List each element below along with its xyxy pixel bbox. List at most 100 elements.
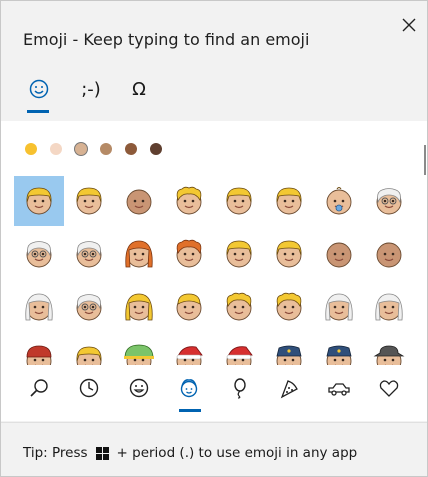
clock-icon — [79, 378, 99, 398]
woman-blond-icon — [125, 293, 153, 321]
active-tab-indicator — [27, 110, 49, 113]
woman-red-hair-icon — [125, 240, 153, 268]
older-woman-white-icon — [375, 293, 403, 321]
tip-bar: Tip: Press + period (.) to use emoji in … — [1, 422, 427, 476]
category-recent[interactable] — [71, 373, 107, 403]
emoji-older-man[interactable] — [64, 282, 114, 332]
close-icon — [402, 18, 416, 32]
emoji-person-blond[interactable] — [264, 176, 314, 226]
older-person-icon — [376, 188, 402, 215]
older-man-icon — [76, 241, 102, 268]
category-food[interactable] — [271, 373, 307, 403]
man-curly-icon — [276, 292, 302, 321]
close-button[interactable] — [393, 9, 425, 41]
skin-tone-swatch[interactable] — [100, 143, 112, 155]
emoji-older-woman-white[interactable] — [364, 282, 414, 332]
person-blond-icon — [76, 187, 102, 215]
baby-icon — [326, 187, 352, 215]
active-category-indicator — [179, 409, 201, 412]
category-people[interactable] — [171, 373, 207, 403]
tab-symbols[interactable]: Ω — [123, 67, 155, 111]
emoji-police-officer[interactable] — [314, 335, 364, 365]
category-search[interactable] — [21, 373, 57, 403]
category-symbols[interactable] — [371, 373, 407, 403]
emoji-grid — [1, 121, 427, 365]
police-officer-icon — [326, 345, 352, 365]
person-blond-icon — [226, 240, 252, 268]
person-cap-icon — [26, 345, 52, 365]
emoji-detective[interactable] — [364, 335, 414, 365]
person-blond-icon — [276, 240, 302, 268]
emoji-baby[interactable] — [314, 176, 364, 226]
kaomoji-label: ;-) — [81, 78, 101, 100]
detective-icon — [373, 345, 405, 365]
emoji-santa[interactable] — [214, 335, 264, 365]
scrollbar[interactable] — [424, 145, 426, 175]
person-bald-icon — [126, 189, 152, 215]
skin-tone-swatch[interactable] — [150, 143, 162, 155]
tip-suffix: + period (.) to use emoji in any app — [116, 445, 358, 461]
person-blond-icon — [226, 187, 252, 215]
woman-curly-icon — [226, 292, 252, 321]
car-icon — [328, 383, 350, 396]
emoji-person-blond[interactable] — [64, 335, 114, 365]
emoji-man-red-hair[interactable] — [164, 229, 214, 279]
tab-bar: ;-) Ω — [1, 67, 427, 119]
emoji-panel: Emoji - Keep typing to find an emoji ;-)… — [0, 0, 428, 477]
emoji-older-woman[interactable] — [314, 282, 364, 332]
smiley-face-icon — [129, 378, 149, 398]
person-blond-icon — [276, 187, 302, 215]
omega-label: Ω — [132, 78, 146, 100]
santa-icon — [176, 346, 203, 365]
emoji-woman-curly[interactable] — [214, 282, 264, 332]
search-icon — [30, 379, 48, 397]
emoji-older-man[interactable] — [64, 229, 114, 279]
emoji-older-woman[interactable] — [14, 282, 64, 332]
skin-tone-swatch[interactable] — [125, 143, 137, 155]
person-bald-icon — [376, 242, 402, 268]
category-travel[interactable] — [321, 373, 357, 403]
balloon-icon — [234, 378, 246, 399]
emoji-man-curly[interactable] — [264, 282, 314, 332]
older-woman-icon — [325, 293, 353, 321]
heart-icon — [379, 380, 399, 397]
emoji-man-blond[interactable] — [164, 282, 214, 332]
skin-tone-swatch[interactable] — [75, 143, 87, 155]
emoji-woman-red-hair[interactable] — [114, 229, 164, 279]
emoji-police-officer[interactable] — [264, 335, 314, 365]
santa-icon — [226, 346, 253, 365]
emoji-older-person[interactable] — [364, 176, 414, 226]
police-officer-icon — [276, 345, 302, 365]
person-face-icon — [180, 379, 198, 398]
older-woman-icon — [25, 293, 53, 321]
emoji-santa[interactable] — [164, 335, 214, 365]
emoji-person-helmet[interactable] — [114, 335, 164, 365]
tip-prefix: Tip: Press — [23, 445, 88, 461]
person-blond-icon — [26, 187, 52, 215]
emoji-woman-blond[interactable] — [114, 282, 164, 332]
pizza-icon — [280, 380, 298, 399]
person-blond-icon — [76, 346, 102, 365]
person-helmet-icon — [124, 344, 154, 365]
emoji-person-blond[interactable] — [264, 229, 314, 279]
tab-emoji[interactable] — [23, 67, 55, 111]
category-celebration[interactable] — [221, 373, 257, 403]
emoji-person-bald[interactable] — [314, 229, 364, 279]
person-curly-icon — [176, 186, 202, 215]
emoji-person-blond[interactable] — [14, 176, 64, 226]
emoji-person-blond[interactable] — [214, 229, 264, 279]
tip-text: Tip: Press + period (.) to use emoji in … — [23, 445, 357, 461]
panel-title: Emoji - Keep typing to find an emoji — [23, 30, 310, 49]
emoji-person-cap[interactable] — [14, 335, 64, 365]
skin-tone-swatch[interactable] — [25, 143, 37, 155]
emoji-person-bald[interactable] — [114, 176, 164, 226]
older-man-icon — [26, 241, 52, 268]
emoji-person-bald[interactable] — [364, 229, 414, 279]
emoji-person-blond[interactable] — [64, 176, 114, 226]
emoji-person-blond[interactable] — [214, 176, 264, 226]
emoji-older-man[interactable] — [14, 229, 64, 279]
tab-kaomoji[interactable]: ;-) — [73, 67, 109, 111]
emoji-person-curly[interactable] — [164, 176, 214, 226]
category-smileys[interactable] — [121, 373, 157, 403]
skin-tone-swatch[interactable] — [50, 143, 62, 155]
